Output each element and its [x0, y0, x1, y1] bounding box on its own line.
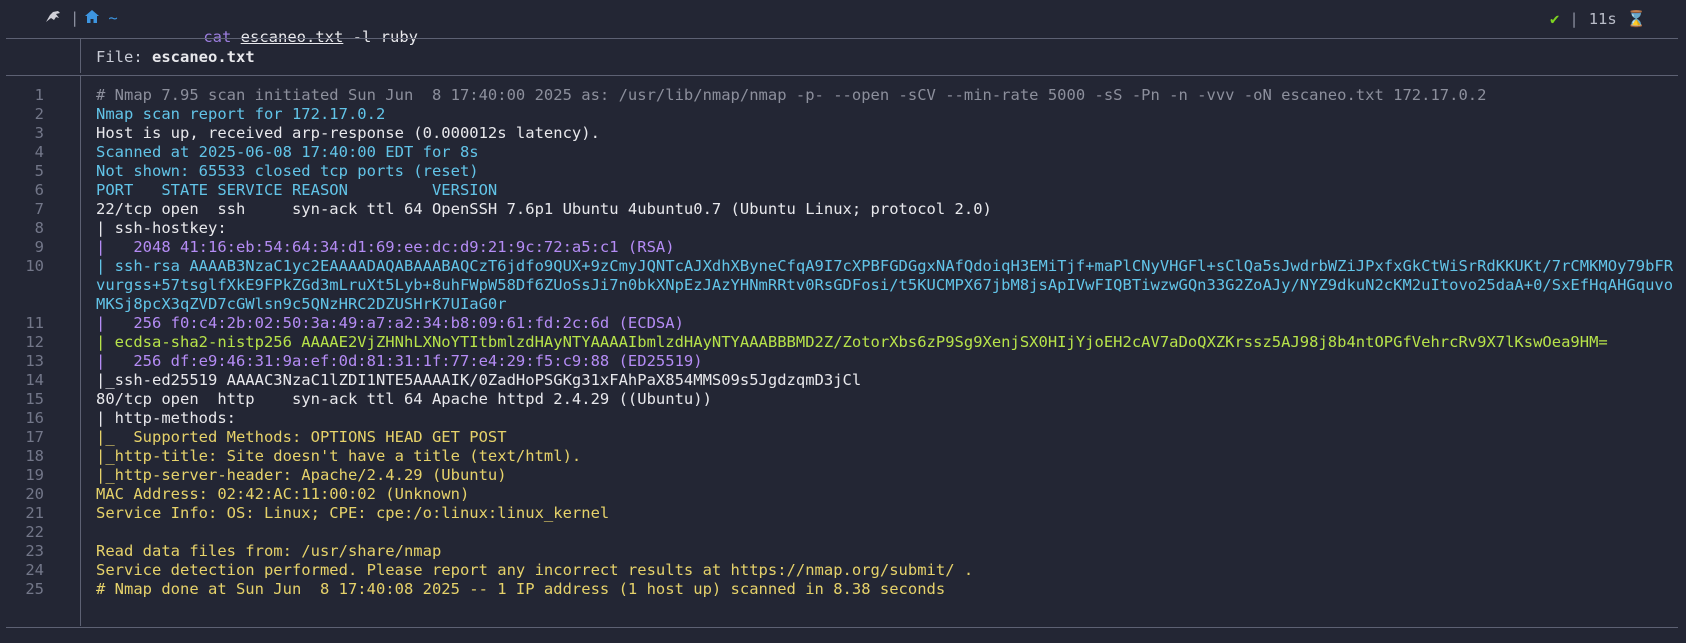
code-line: 7 22/tcp open ssh syn-ack ttl 64 OpenSSH … [0, 200, 1686, 219]
code-line: 19 |_http-server-header: Apache/2.4.29 (U… [0, 466, 1686, 485]
code-line: 13 | 256 df:e9:46:31:9a:ef:0d:81:31:1f:77… [0, 352, 1686, 371]
code-line: 6 PORT STATE SERVICE REASON VERSION [0, 181, 1686, 200]
success-check-icon: ✔ [1550, 10, 1560, 28]
line-number: 1 [34, 86, 44, 104]
file-header: File: escaneo.txt [96, 48, 255, 66]
line-number: 5 [34, 162, 44, 180]
line-text: Read data files from: /usr/share/nmap [96, 542, 442, 560]
line-number: 14 [25, 371, 44, 389]
line-text: 80/tcp open http syn-ack ttl 64 Apache h… [96, 390, 712, 408]
line-text: | 256 f0:c4:2b:02:50:3a:49:a7:a2:34:b8:0… [96, 314, 684, 332]
line-number: 6 [34, 181, 44, 199]
line-text: Scanned at 2025-06-08 17:40:00 EDT for 8… [96, 143, 479, 161]
line-text: |_http-title: Site doesn't have a title … [96, 447, 582, 465]
line-number: 25 [25, 580, 44, 598]
line-text: Host is up, received arp-response (0.000… [96, 124, 600, 142]
code-line: 10 | ssh-rsa AAAAB3NzaC1yc2EAAAADAQABAAAB… [0, 257, 1686, 314]
line-text: Nmap scan report for 172.17.0.2 [96, 105, 386, 123]
segment-separator: | [70, 9, 80, 27]
tux-icon [44, 9, 62, 29]
line-text: | 256 df:e9:46:31:9a:ef:0d:81:31:1f:77:e… [96, 352, 703, 370]
home-icon [85, 9, 108, 27]
file-content[interactable]: 1 # Nmap 7.95 scan initiated Sun Jun 8 17… [0, 86, 1686, 599]
line-text: | ssh-hostkey: [96, 219, 227, 237]
command-args: -l ruby [352, 28, 418, 46]
code-line: 24 Service detection performed. Please re… [0, 561, 1686, 580]
line-text: Not shown: 65533 closed tcp ports (reset… [96, 162, 479, 180]
directory-segment: ~ [85, 9, 118, 27]
status-separator: | [1569, 10, 1579, 28]
line-number: 21 [25, 504, 44, 522]
prompt-status: ✔ | 11s ⌛ [1550, 10, 1646, 28]
line-text: MAC Address: 02:42:AC:11:00:02 (Unknown) [96, 485, 470, 503]
exec-duration: 11s [1588, 10, 1617, 28]
header-top-border [6, 38, 1678, 39]
code-line: 14 |_ssh-ed25519 AAAAC3NzaC1lZDI1NTE5AAAA… [0, 371, 1686, 390]
line-text: # Nmap done at Sun Jun 8 17:40:08 2025 -… [96, 580, 946, 598]
code-line: 2 Nmap scan report for 172.17.0.2 [0, 105, 1686, 124]
code-line: 23 Read data files from: /usr/share/nmap [0, 542, 1686, 561]
code-line: 11 | 256 f0:c4:2b:02:50:3a:49:a7:a2:34:b8… [0, 314, 1686, 333]
code-line: 3 Host is up, received arp-response (0.00… [0, 124, 1686, 143]
code-line: 20 MAC Address: 02:42:AC:11:00:02 (Unknow… [0, 485, 1686, 504]
code-line: 4 Scanned at 2025-06-08 17:40:00 EDT for … [0, 143, 1686, 162]
line-number: 15 [25, 390, 44, 408]
line-text: # Nmap 7.95 scan initiated Sun Jun 8 17:… [96, 86, 1487, 104]
code-line: 9 | 2048 41:16:eb:54:64:34:d1:69:ee:dc:d9… [0, 238, 1686, 257]
line-text: | ssh-rsa AAAAB3NzaC1yc2EAAAADAQABAAABAQ… [96, 257, 1674, 313]
code-line: 22 [0, 523, 1686, 542]
code-line: 15 80/tcp open http syn-ack ttl 64 Apache… [0, 390, 1686, 409]
code-line: 18 |_http-title: Site doesn't have a titl… [0, 447, 1686, 466]
line-text: | 2048 41:16:eb:54:64:34:d1:69:ee:dc:d9:… [96, 238, 675, 256]
code-line: 21 Service Info: OS: Linux; CPE: cpe:/o:l… [0, 504, 1686, 523]
footer-border [6, 627, 1678, 628]
line-number: 18 [25, 447, 44, 465]
line-text [96, 523, 1676, 542]
line-text: | ecdsa-sha2-nistp256 AAAAE2VjZHNhLXNoYT… [96, 333, 1608, 351]
line-text: PORT STATE SERVICE REASON VERSION [96, 181, 498, 199]
line-text: |_http-server-header: Apache/2.4.29 (Ubu… [96, 466, 507, 484]
line-text: Service Info: OS: Linux; CPE: cpe:/o:lin… [96, 504, 610, 522]
code-line: 8 | ssh-hostkey: [0, 219, 1686, 238]
header-gutter-border [80, 39, 81, 73]
file-label: File: [96, 48, 152, 66]
line-number: 19 [25, 466, 44, 484]
header-bottom-border [6, 75, 1678, 76]
line-number: 22 [25, 523, 44, 541]
line-text: 22/tcp open ssh syn-ack ttl 64 OpenSSH 7… [96, 200, 992, 218]
line-text: |_ Supported Methods: OPTIONS HEAD GET P… [96, 428, 507, 446]
line-number: 7 [34, 200, 44, 218]
line-number: 8 [34, 219, 44, 237]
code-line: 5 Not shown: 65533 closed tcp ports (rese… [0, 162, 1686, 181]
line-text: |_ssh-ed25519 AAAAC3NzaC1lZDI1NTE5AAAAIK… [96, 371, 862, 389]
command-name: cat [203, 28, 232, 46]
directory-label: ~ [108, 9, 118, 27]
line-number: 24 [25, 561, 44, 579]
code-line: 25 # Nmap done at Sun Jun 8 17:40:08 2025… [0, 580, 1686, 599]
line-number: 4 [34, 143, 44, 161]
line-number: 16 [25, 409, 44, 427]
line-text: Service detection performed. Please repo… [96, 561, 974, 579]
code-line: 17 |_ Supported Methods: OPTIONS HEAD GET… [0, 428, 1686, 447]
line-number: 20 [25, 485, 44, 503]
code-line: 1 # Nmap 7.95 scan initiated Sun Jun 8 17… [0, 86, 1686, 105]
line-number: 13 [25, 352, 44, 370]
line-number: 10 [25, 257, 44, 275]
line-text: | http-methods: [96, 409, 236, 427]
code-line: 12 | ecdsa-sha2-nistp256 AAAAE2VjZHNhLXNo… [0, 333, 1686, 352]
line-number: 2 [34, 105, 44, 123]
line-number: 12 [25, 333, 44, 351]
code-line: 16 | http-methods: [0, 409, 1686, 428]
line-number: 9 [34, 238, 44, 256]
hourglass-icon: ⌛ [1626, 10, 1646, 28]
file-name: escaneo.txt [152, 48, 255, 66]
line-number: 3 [34, 124, 44, 142]
terminal-titlebar: | ~ cat escaneo.txt -l ruby ✔ | 11s ⌛ [0, 0, 1686, 46]
line-number: 23 [25, 542, 44, 560]
command-file-arg[interactable]: escaneo.txt [241, 28, 344, 46]
line-number: 17 [25, 428, 44, 446]
line-number: 11 [25, 314, 44, 332]
